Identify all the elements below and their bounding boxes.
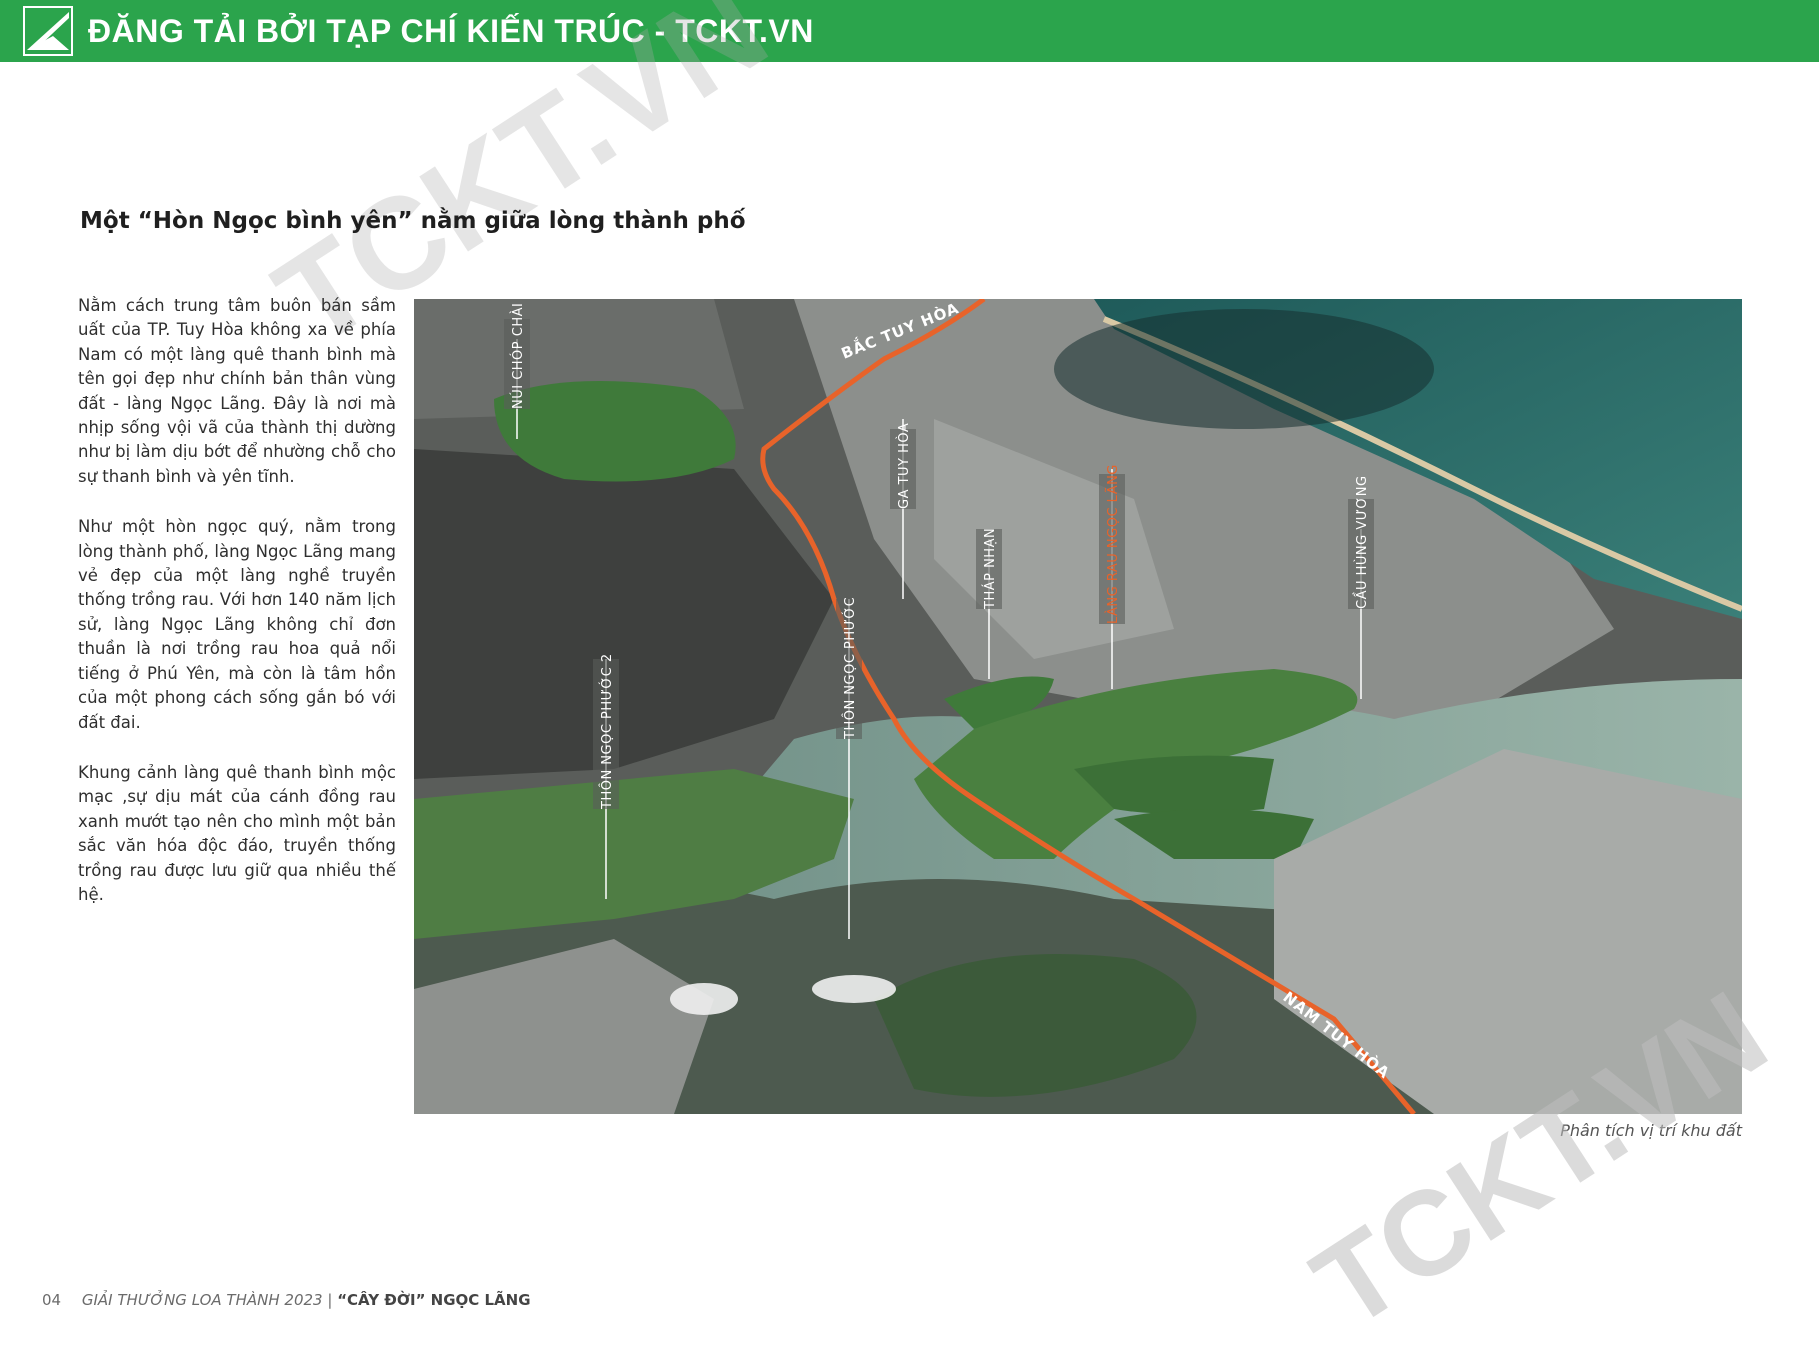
body-text: Nằm cách trung tâm buôn bán sầm uất của … — [78, 294, 396, 933]
paragraph-3: Khung cảnh làng quê thanh bình mộc mạc ,… — [78, 762, 396, 904]
page-number: 04 — [42, 1291, 62, 1309]
paragraph-1: Nằm cách trung tâm buôn bán sầm uất của … — [78, 296, 396, 486]
label-ga-tuy-hoa: GA TUY HÒA — [896, 423, 912, 509]
header-bar: ĐĂNG TẢI BỞI TẠP CHÍ KIẾN TRÚC - TCKT.VN — [0, 0, 1819, 62]
banner-title: ĐĂNG TẢI BỞI TẠP CHÍ KIẾN TRÚC - TCKT.VN — [88, 13, 814, 49]
award-name: GIẢI THƯỞNG LOA THÀNH 2023 | — [81, 1291, 333, 1309]
section-title: Một “Hòn Ngọc bình yên” nằm giữa lòng th… — [80, 208, 746, 234]
label-thon-ngoc-phuoc: THÔN NGỌC PHƯỚC — [842, 597, 858, 740]
map-caption: Phân tích vị trí khu đất — [1560, 1121, 1742, 1140]
site-analysis-map: NÚI CHÓP CHÀI GA TUY HÒA THÁP NHẠN LÀNG … — [414, 299, 1742, 1114]
label-thap-nhan: THÁP NHẠN — [982, 528, 998, 610]
label-thon-ngoc-phuoc-2: THÔN NGỌC PHƯỚC 2 — [599, 653, 615, 810]
map-illustration: NÚI CHÓP CHÀI GA TUY HÒA THÁP NHẠN LÀNG … — [414, 299, 1742, 1114]
label-cau-hung-vuong: CẦU HÙNG VƯƠNG — [1353, 475, 1370, 609]
label-lang-rau-ngoc-lang: LÀNG RAU NGỌC LÃNG — [1105, 464, 1121, 624]
project-name: “CÂY ĐỜI” NGỌC LÃNG — [337, 1291, 531, 1309]
page-footer: 04 GIẢI THƯỞNG LOA THÀNH 2023 | “CÂY ĐỜI… — [42, 1291, 531, 1309]
tckt-logo-icon — [23, 6, 73, 56]
label-nui-chop-chai: NÚI CHÓP CHÀI — [510, 303, 526, 409]
paragraph-2: Như một hòn ngọc quý, nằm trong lòng thà… — [78, 517, 396, 732]
